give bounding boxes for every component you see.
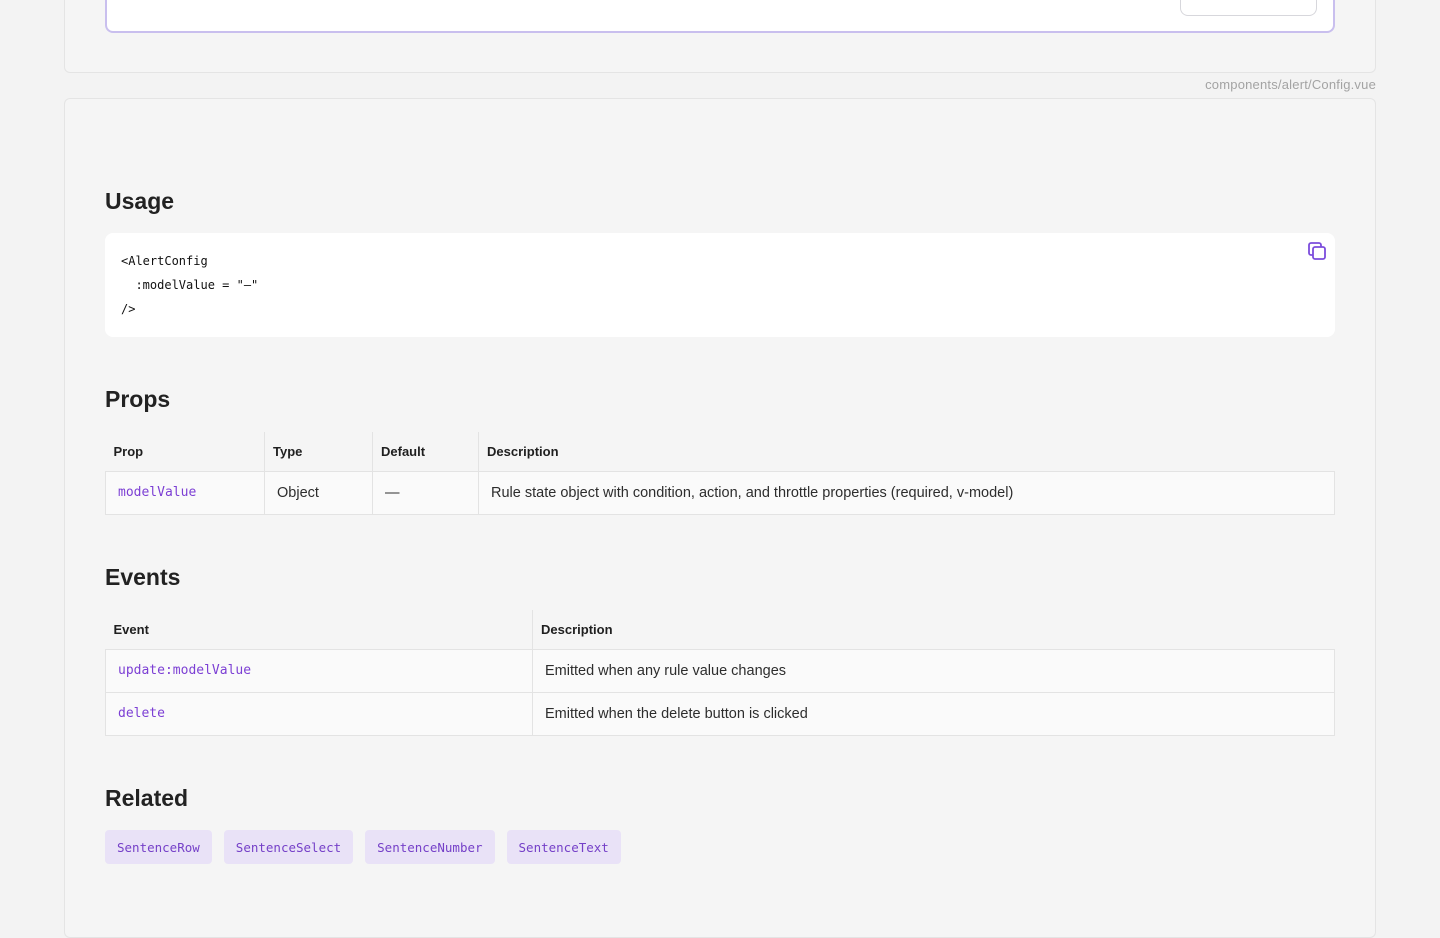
column-header-description: Description xyxy=(487,443,559,459)
usage-heading: Usage xyxy=(105,188,175,214)
table-header-row: Event Description xyxy=(105,610,1335,649)
demo-action-button[interactable] xyxy=(1180,0,1317,16)
code-line: :modelValue = "—" xyxy=(121,278,259,292)
event-description-cell: Emitted when the delete button is clicke… xyxy=(532,691,1335,736)
previous-demo-card xyxy=(64,0,1376,73)
event-description-cell: Emitted when any rule value changes xyxy=(532,648,1335,693)
code-line: <AlertConfig xyxy=(121,254,208,268)
table-row: delete Emitted when the delete button is… xyxy=(105,691,1335,736)
event-name-cell: update:modelValue xyxy=(105,648,533,693)
documentation-card xyxy=(64,98,1376,938)
demo-preview-frame xyxy=(105,0,1335,33)
event-name-cell: delete xyxy=(105,691,533,736)
code-line: /> xyxy=(121,302,136,316)
related-heading: Related xyxy=(105,785,189,811)
related-chip-sentence-select[interactable]: SentenceSelect xyxy=(223,830,354,864)
copy-code-button[interactable] xyxy=(1305,239,1329,263)
table-header-row: Prop Type Default Description xyxy=(105,432,1335,471)
column-header-default: Default xyxy=(372,432,479,471)
props-table: Prop Type Default Description modelValue… xyxy=(105,432,1335,515)
prop-name-cell: modelValue xyxy=(105,470,265,515)
column-header-event: Event xyxy=(105,610,533,649)
related-chip-sentence-text[interactable]: SentenceText xyxy=(506,830,621,864)
events-table: Event Description update:modelValue Emit… xyxy=(105,610,1335,736)
column-header-type: Type xyxy=(264,432,373,471)
props-heading: Props xyxy=(105,386,171,412)
related-chip-sentence-row[interactable]: SentenceRow xyxy=(105,830,212,864)
table-row: modelValue Object — Rule state object wi… xyxy=(105,470,1335,515)
table-row: update:modelValue Emitted when any rule … xyxy=(105,648,1335,693)
column-header-description: Description xyxy=(541,621,613,637)
usage-code-block: <AlertConfig :modelValue = "—" /> xyxy=(105,233,1335,337)
related-chip-sentence-number[interactable]: SentenceNumber xyxy=(365,830,495,864)
prop-default-cell: — xyxy=(372,470,479,515)
file-path-label: components/alert/Config.vue xyxy=(1205,77,1376,92)
copy-icon xyxy=(1308,242,1326,260)
prop-type-cell: Object xyxy=(264,470,373,515)
column-header-prop: Prop xyxy=(105,432,265,471)
prop-description-cell: Rule state object with condition, action… xyxy=(478,470,1335,515)
related-components: SentenceRow SentenceSelect SentenceNumbe… xyxy=(105,830,621,864)
events-heading: Events xyxy=(105,564,181,590)
